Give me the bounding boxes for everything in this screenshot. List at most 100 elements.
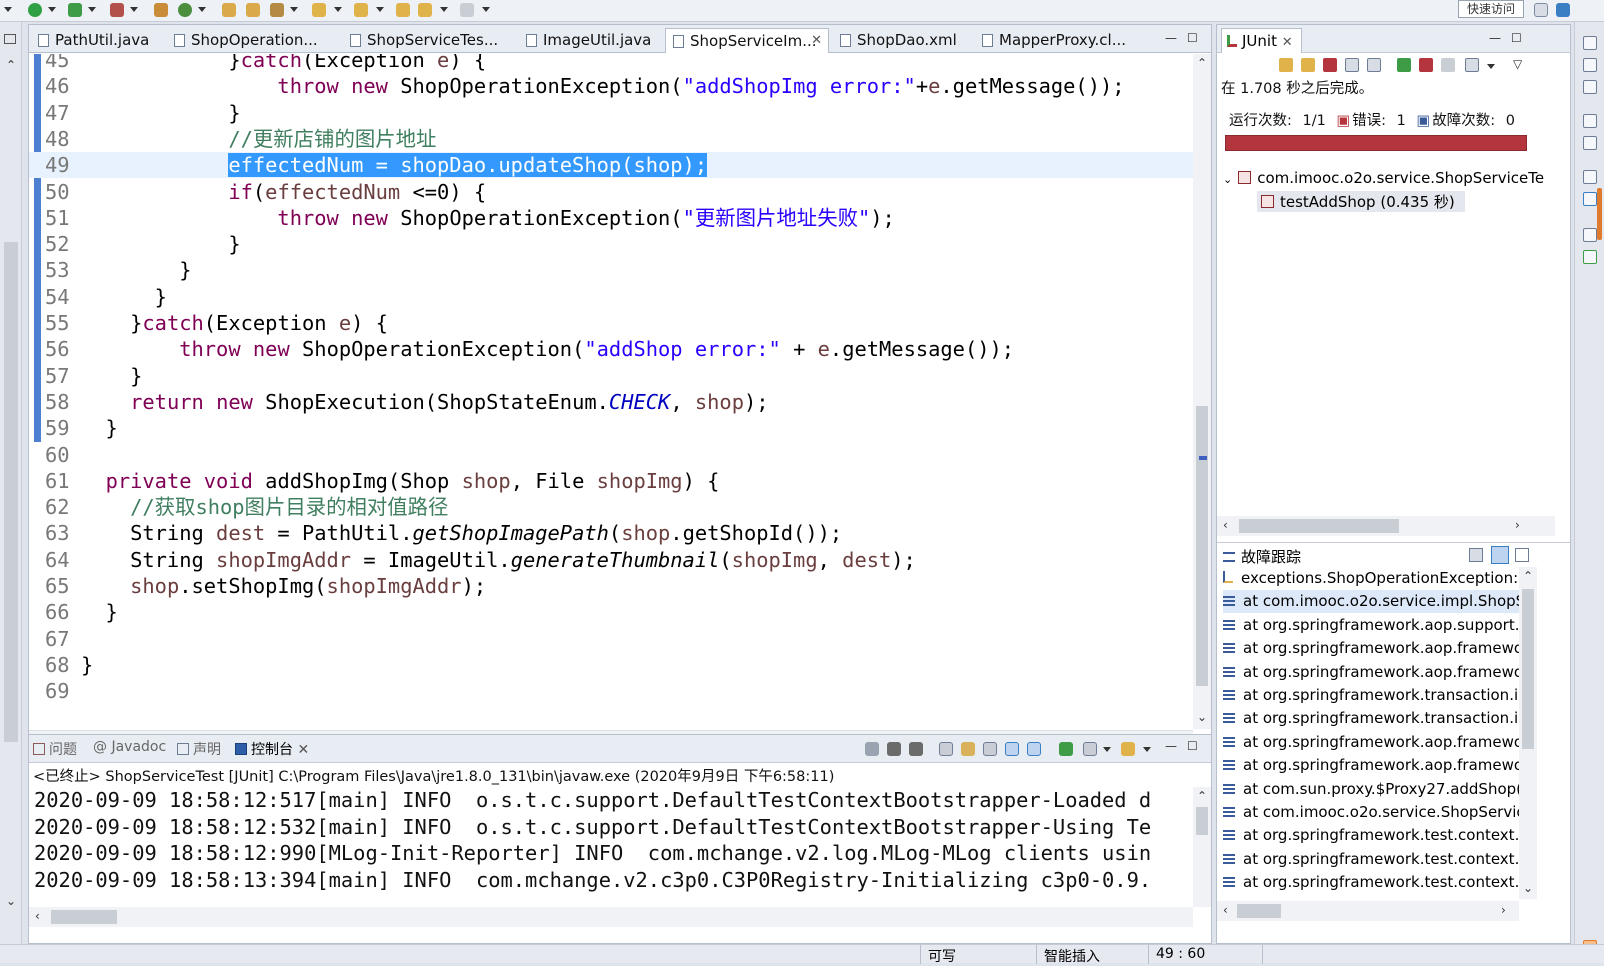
coverage-icon[interactable] (68, 3, 82, 17)
open-resource-icon[interactable] (246, 3, 260, 17)
show-on-output-icon[interactable] (1005, 742, 1019, 756)
show-on-error-icon[interactable] (1027, 742, 1041, 756)
chevron-left-icon[interactable]: ‹ (1223, 518, 1228, 532)
chevron-up-icon[interactable]: ⌃ (1197, 56, 1207, 70)
chevron-down-icon[interactable]: ⌄ (1223, 173, 1232, 186)
scroll-lock-icon[interactable] (1345, 58, 1359, 72)
forward-icon[interactable] (460, 3, 474, 17)
scroll-lock-icon[interactable] (961, 742, 975, 756)
test-run-history-icon[interactable] (1465, 58, 1479, 72)
chevron-left-icon[interactable]: ‹ (35, 909, 40, 923)
code-text[interactable]: } (81, 284, 167, 310)
previous-failure-icon[interactable] (1301, 58, 1315, 72)
code-line[interactable]: 59 } (29, 415, 1193, 441)
code-text[interactable]: }catch(Exception e) { (81, 54, 486, 73)
remove-launch-icon[interactable] (887, 742, 901, 756)
code-line[interactable]: 56 throw new ShopOperationException("add… (29, 336, 1193, 362)
chevron-down-icon[interactable] (1487, 64, 1495, 69)
rerun-failed-first-icon[interactable] (1419, 58, 1433, 72)
trace-line[interactable]: at org.springframework.aop.framewo (1223, 661, 1519, 684)
open-type-icon[interactable] (222, 3, 236, 17)
chevron-up-icon[interactable]: ⌃ (1197, 789, 1207, 803)
rerun-icon[interactable] (1397, 58, 1411, 72)
trace-line[interactable]: at org.springframework.aop.framewo (1223, 637, 1519, 660)
minimize-icon[interactable]: — (1489, 31, 1501, 45)
chevron-right-icon[interactable]: › (1515, 518, 1520, 532)
code-line[interactable]: 69 (29, 678, 1193, 704)
junit-icon[interactable] (1583, 250, 1597, 264)
code-text[interactable]: } (81, 231, 240, 257)
scrollbar-thumb[interactable] (1239, 519, 1399, 533)
left-scrollbar-thumb[interactable] (4, 242, 18, 742)
trace-line[interactable]: at org.springframework.aop.framewo (1223, 754, 1519, 777)
code-line[interactable]: 65 shop.setShopImg(shopImgAddr); (29, 573, 1193, 599)
remove-all-icon[interactable] (909, 742, 923, 756)
last-edit-icon[interactable] (396, 3, 410, 17)
clear-console-icon[interactable] (939, 742, 953, 756)
console-line[interactable]: 2020-09-09 18:58:12:990[MLog-Init-Report… (34, 840, 1194, 866)
restore-icon[interactable] (4, 34, 16, 44)
next-failure-icon[interactable] (1279, 58, 1293, 72)
minimized-view-icon[interactable] (1583, 36, 1597, 50)
tree-node-test-method[interactable]: testAddShop (0.435 秒) (1257, 191, 1465, 212)
copy-trace-icon[interactable] (1515, 548, 1529, 562)
back-icon[interactable] (418, 3, 432, 17)
terminate-icon[interactable] (865, 742, 879, 756)
test-tree[interactable]: ⌄ com.imooc.o2o.service.ShopServiceTe tes… (1217, 167, 1555, 512)
console-line[interactable]: 2020-09-09 18:58:13:394[main] INFO com.m… (34, 867, 1194, 893)
tab-javadoc[interactable]: @ Javadoc (93, 739, 166, 755)
chevron-down-icon[interactable] (1143, 747, 1151, 752)
code-line[interactable]: 49 effectedNum = shopDao.updateShop(shop… (29, 152, 1193, 179)
trace-line[interactable]: at org.springframework.transaction.in (1223, 684, 1519, 707)
failure-trace-list[interactable]: exceptions.ShopOperationException: at com… (1217, 567, 1519, 899)
code-text[interactable]: effectedNum = shopDao.updateShop(shop); (81, 152, 708, 178)
minimize-icon[interactable]: — (1165, 739, 1177, 753)
trace-vertical-scrollbar[interactable]: ⌃ ⌄ (1519, 567, 1537, 899)
minimize-icon[interactable]: — (1165, 31, 1177, 45)
chevron-down-icon[interactable] (1103, 747, 1111, 752)
servers-icon[interactable] (1583, 136, 1597, 150)
chevron-down-icon[interactable] (482, 7, 490, 12)
code-line[interactable]: 53 } (29, 257, 1193, 283)
code-text[interactable]: } (81, 652, 93, 678)
tab-pathutil[interactable]: PathUtil.java (31, 28, 167, 53)
restore-icon[interactable] (1583, 114, 1597, 128)
code-line[interactable]: 66 } (29, 599, 1193, 625)
tab-junit[interactable]: JUnit ✕ (1221, 28, 1302, 53)
code-text[interactable]: shop.setShopImg(shopImgAddr); (81, 573, 486, 599)
chevron-down-icon[interactable]: ⌄ (6, 894, 16, 908)
chevron-up-icon[interactable]: ⌃ (6, 58, 16, 72)
code-text[interactable]: return new ShopExecution(ShopStateEnum.C… (81, 389, 768, 415)
code-line[interactable]: 58 return new ShopExecution(ShopStateEnu… (29, 389, 1193, 415)
chevron-up-icon[interactable]: ⌃ (1523, 569, 1533, 583)
chevron-down-icon[interactable] (376, 7, 384, 12)
tab-shopservicetest[interactable]: ShopServiceTes... (343, 28, 519, 53)
scrollbar-thumb[interactable] (1237, 904, 1281, 918)
word-wrap-icon[interactable] (983, 742, 997, 756)
restore-icon[interactable] (1583, 170, 1597, 184)
console-horizontal-scrollbar[interactable]: ‹ (29, 907, 1193, 927)
code-text[interactable]: if(effectedNum <=0) { (81, 179, 486, 205)
tab-shopdao-xml[interactable]: ShopDao.xml (833, 28, 975, 53)
external-tools-icon[interactable] (110, 3, 124, 17)
code-area[interactable]: 45 }catch(Exception e) {46 throw new Sho… (29, 54, 1193, 729)
code-text[interactable]: }catch(Exception e) { (81, 310, 388, 336)
scrollbar-thumb[interactable] (51, 910, 117, 924)
code-line[interactable]: 67 (29, 626, 1193, 652)
code-line[interactable]: 61 private void addShopImg(Shop shop, Fi… (29, 468, 1193, 494)
trace-line[interactable]: at org.springframework.test.context.j (1223, 848, 1519, 871)
compare-result-icon[interactable] (1469, 548, 1483, 562)
console-line[interactable]: 2020-09-09 18:58:12:517[main] INFO o.s.t… (34, 787, 1194, 813)
open-perspective-icon[interactable] (1534, 3, 1548, 17)
occurrence-marker[interactable] (1199, 456, 1207, 460)
quick-access-field[interactable]: 快速访问 (1458, 0, 1524, 18)
code-line[interactable]: 45 }catch(Exception e) { (29, 54, 1193, 73)
chevron-down-icon[interactable] (334, 7, 342, 12)
hierarchy-icon[interactable] (1583, 192, 1597, 206)
editor-vertical-scrollbar[interactable]: ⌃ ⌄ (1193, 54, 1211, 729)
tab-shopserviceimpl[interactable]: ShopServiceIm... ✕ (665, 28, 829, 53)
new-class-icon[interactable] (178, 3, 192, 17)
chevron-down-icon[interactable] (4, 7, 12, 12)
tab-mapperproxy[interactable]: MapperProxy.cl... (975, 28, 1151, 53)
code-line[interactable]: 50 if(effectedNum <=0) { (29, 179, 1193, 205)
